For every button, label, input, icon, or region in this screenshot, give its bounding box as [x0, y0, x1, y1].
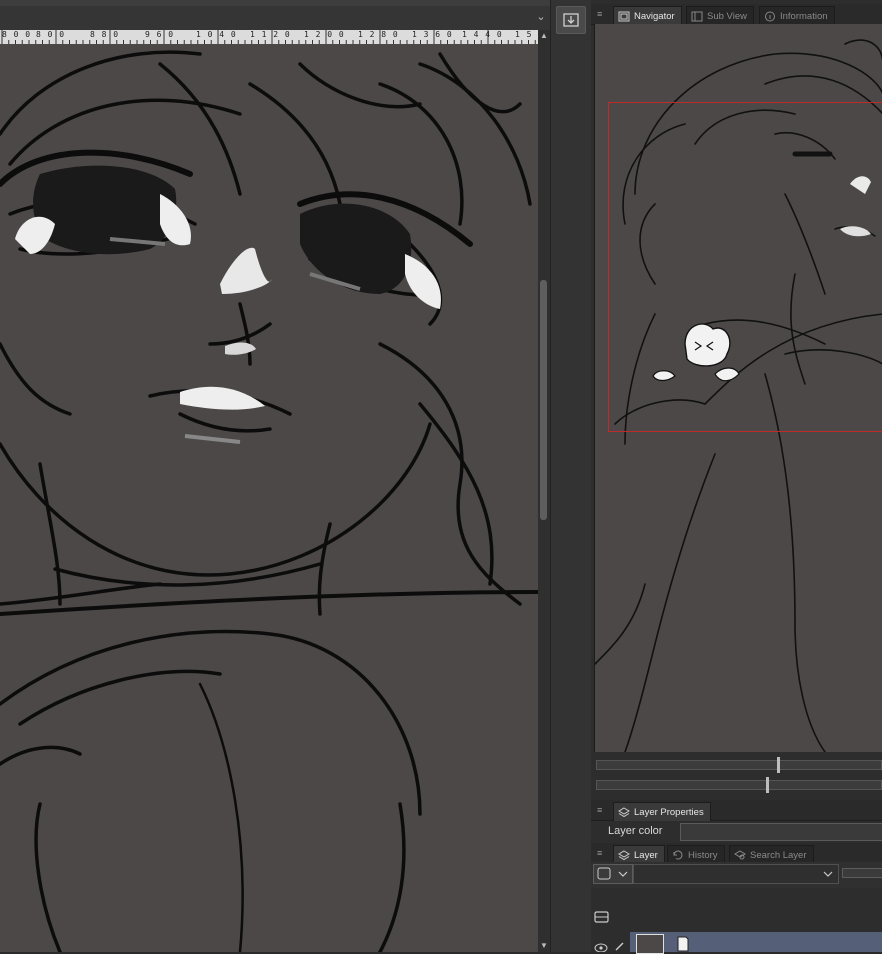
ruler-label: 1 2 0 0 [304, 30, 345, 39]
rotate-slider-thumb[interactable] [766, 777, 769, 793]
horizontal-ruler: 8 0 0 8 0 0 8 8 0 9 6 0 1 0 4 0 1 1 2 0 … [0, 30, 538, 45]
tab-label: Sub View [707, 10, 747, 22]
chevron-down-icon [597, 867, 628, 880]
chevron-down-icon [823, 871, 833, 877]
sub-view-icon [691, 11, 703, 21]
history-icon [673, 850, 683, 860]
tab-label: Layer Properties [634, 806, 704, 818]
tab-navigator[interactable]: Navigator [613, 6, 682, 25]
ruler-label: 9 6 0 [145, 30, 175, 39]
panel-grip-icon[interactable]: ≡ [597, 849, 605, 858]
tool-column [550, 0, 592, 952]
tab-sub-view[interactable]: Sub View [686, 6, 754, 25]
layer-menu-icon[interactable] [594, 910, 610, 924]
navigator-viewport-frame[interactable] [608, 102, 882, 432]
search-layer-icon [734, 849, 746, 859]
panel-grip-icon[interactable]: ≡ [597, 806, 605, 815]
zoom-slider-thumb[interactable] [777, 757, 780, 773]
ruler-label: 1 3 6 0 [412, 30, 453, 39]
canvas-tab-bar [0, 6, 550, 31]
eye-icon[interactable] [594, 942, 608, 952]
navigator-tab-bar: ≡ Navigator Sub View Information [591, 4, 882, 25]
layer-color-label: Layer color [608, 825, 663, 837]
tab-label: Information [780, 10, 828, 22]
navigator-icon [618, 11, 630, 21]
chevron-down-icon[interactable]: ⌄ [534, 10, 548, 24]
drawing-canvas[interactable] [0, 44, 538, 952]
layer-icon [618, 849, 630, 860]
ruler-label: 1 5 [515, 30, 533, 39]
import-button[interactable] [556, 6, 586, 34]
opacity-slider[interactable] [842, 868, 882, 878]
pen-icon[interactable] [614, 940, 626, 952]
layer-properties-icon [618, 806, 630, 817]
rotate-slider[interactable] [596, 777, 882, 793]
ruler-label: 1 2 8 0 [358, 30, 399, 39]
tab-label: Search Layer [750, 849, 807, 861]
layer-color-field[interactable] [680, 823, 882, 841]
scrollbar-thumb[interactable] [540, 280, 547, 520]
ruler-label: 8 0 0 [2, 30, 32, 39]
layer-blend-dropdown[interactable] [593, 864, 633, 884]
layer-thumbnail [636, 934, 664, 954]
layer-mask-icon [677, 936, 689, 952]
download-folder-icon [563, 13, 579, 27]
tab-label: Layer [634, 849, 658, 861]
tab-label: History [688, 849, 718, 861]
tab-information[interactable]: Information [759, 6, 835, 25]
panel-grip-icon[interactable]: ≡ [597, 10, 605, 19]
ruler-label: 8 8 0 [90, 30, 120, 39]
scroll-up-icon[interactable]: ▲ [538, 30, 550, 42]
tab-layer-properties[interactable]: Layer Properties [613, 802, 711, 821]
layer-properties-tab-bar: ≡ Layer Properties [591, 800, 882, 821]
sketch-artwork [0, 50, 538, 952]
blend-mode-select[interactable] [633, 864, 839, 884]
ruler-label: 1 4 4 0 [462, 30, 503, 39]
ruler-label: 1 0 4 0 [196, 30, 237, 39]
layer-tab-bar: ≡ Layer History Search Layer [591, 843, 882, 864]
tab-label: Navigator [634, 10, 675, 22]
zoom-slider[interactable] [596, 757, 882, 773]
ruler-label: 8 0 0 [36, 30, 66, 39]
info-icon [765, 11, 775, 21]
layer-row-selected[interactable] [630, 932, 882, 952]
scroll-down-icon[interactable]: ▼ [538, 940, 550, 952]
ruler-label: 1 1 2 0 [250, 30, 291, 39]
